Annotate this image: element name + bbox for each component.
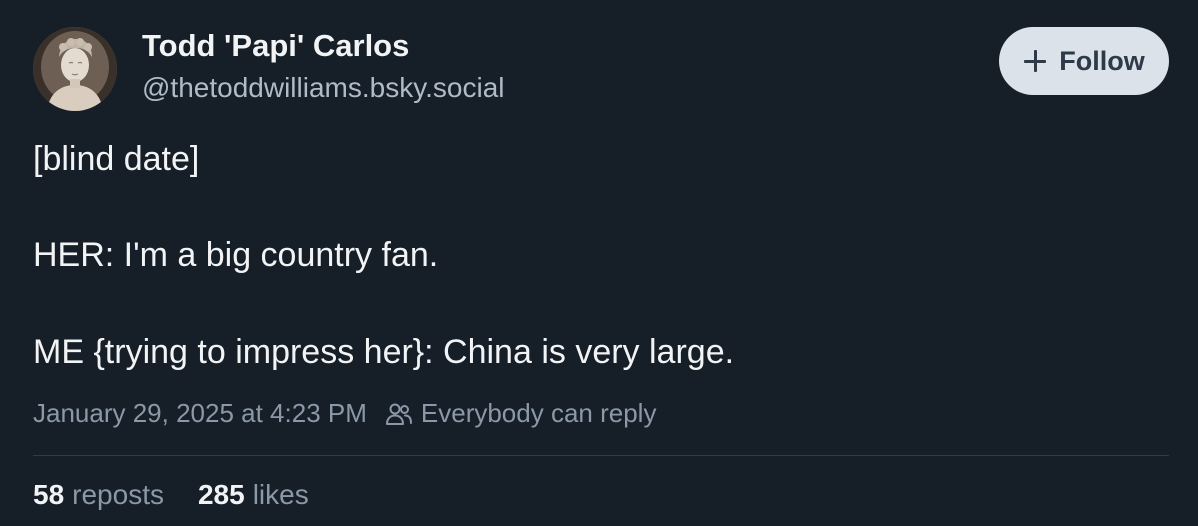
people-icon: [385, 403, 412, 425]
post-text-line: [blind date]: [33, 140, 200, 178]
reposts-count: 58: [33, 479, 65, 510]
post-card: Todd 'Papi' Carlos @thetoddwilliams.bsky…: [0, 0, 1198, 526]
reposts-label: reposts: [72, 479, 164, 510]
post-meta: January 29, 2025 at 4:23 PM Everybody ca…: [33, 398, 656, 429]
plus-icon: [1023, 49, 1047, 73]
author-display-name[interactable]: Todd 'Papi' Carlos: [142, 28, 409, 64]
reposts-stat[interactable]: 58 reposts: [33, 479, 164, 511]
follow-button[interactable]: Follow: [999, 27, 1169, 95]
post-text-line: ME {trying to impress her}: China is ver…: [33, 333, 735, 371]
likes-count: 285: [197, 479, 245, 510]
post-stats: 58 reposts 285 likes: [33, 479, 309, 511]
marble-bust-avatar-icon: [33, 27, 117, 111]
avatar[interactable]: [33, 27, 117, 111]
likes-stat[interactable]: 285 likes: [198, 479, 309, 511]
divider: [33, 455, 1169, 456]
post-timestamp[interactable]: January 29, 2025 at 4:23 PM: [33, 398, 367, 429]
author-handle[interactable]: @thetoddwilliams.bsky.social: [142, 72, 504, 104]
reply-setting[interactable]: Everybody can reply: [421, 398, 657, 429]
likes-label: likes: [252, 479, 309, 510]
follow-button-label: Follow: [1059, 45, 1145, 76]
post-text-line: HER: I'm a big country fan.: [33, 236, 439, 274]
